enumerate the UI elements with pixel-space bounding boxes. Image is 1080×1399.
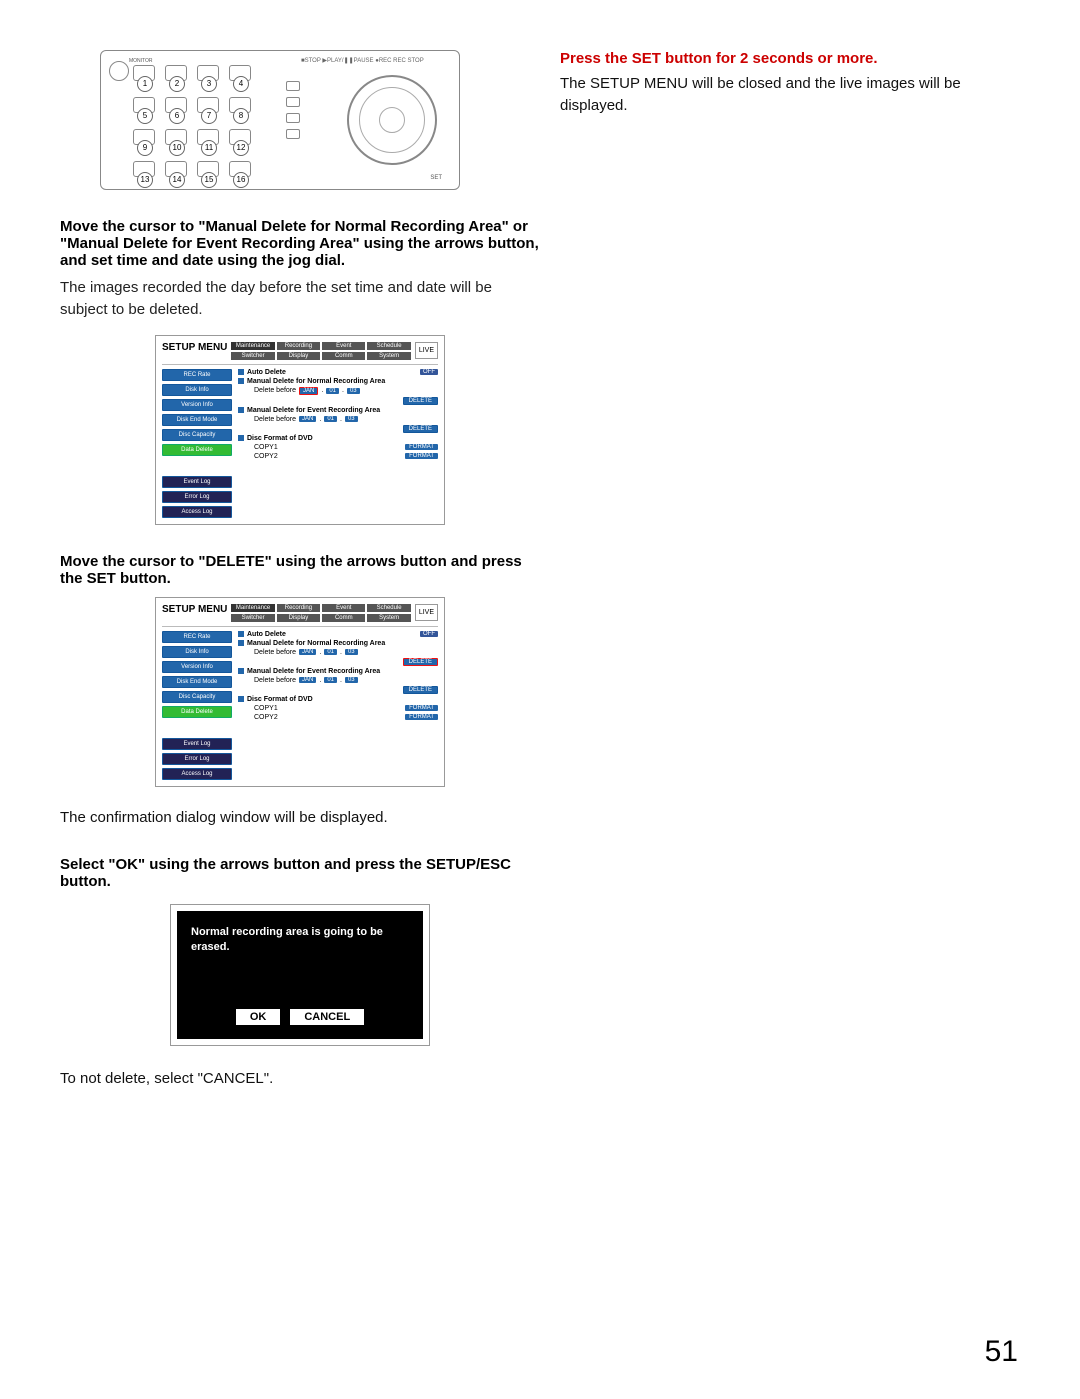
delete-button-selected: DELETE bbox=[403, 658, 438, 666]
playback-labels: ■STOP ▶PLAY/❚❚PAUSE ●REC REC STOP bbox=[301, 57, 424, 64]
monitor-label: MONITOR bbox=[129, 58, 153, 64]
ok-button: OK bbox=[236, 1009, 281, 1025]
jog-dial bbox=[347, 75, 437, 165]
set-label: SET bbox=[430, 175, 442, 181]
setup-menu-screenshot-2: SETUP MENU Maintenance Recording Event S… bbox=[155, 597, 445, 787]
cancel-note: To not delete, select "CANCEL". bbox=[60, 1068, 540, 1090]
step-delete-heading: Move the cursor to "DELETE" using the ar… bbox=[60, 553, 540, 587]
setup-menu-screenshot-1: SETUP MENU Maintenance Recording Event S… bbox=[155, 335, 445, 525]
control-panel-diagram: MONITOR ■STOP ▶PLAY/❚❚PAUSE ●REC REC STO… bbox=[100, 50, 460, 190]
press-set-heading: Press the SET button for 2 seconds or mo… bbox=[560, 50, 1020, 67]
step-manual-delete-body: The images recorded the day before the s… bbox=[60, 277, 540, 321]
live-button: LIVE bbox=[415, 342, 438, 359]
press-set-body: The SETUP MENU will be closed and the li… bbox=[560, 73, 1020, 117]
step-manual-delete-heading: Move the cursor to "Manual Delete for No… bbox=[60, 218, 540, 269]
confirmation-dialog: Normal recording area is going to be era… bbox=[170, 904, 430, 1046]
confirm-dialog-text: The confirmation dialog window will be d… bbox=[60, 807, 540, 829]
cancel-button: CANCEL bbox=[290, 1009, 364, 1025]
page-number: 51 bbox=[985, 1335, 1018, 1369]
step-ok-heading: Select "OK" using the arrows button and … bbox=[60, 856, 540, 890]
menu-title: SETUP MENU bbox=[162, 342, 227, 353]
dialog-message: Normal recording area is going to be era… bbox=[191, 925, 409, 985]
